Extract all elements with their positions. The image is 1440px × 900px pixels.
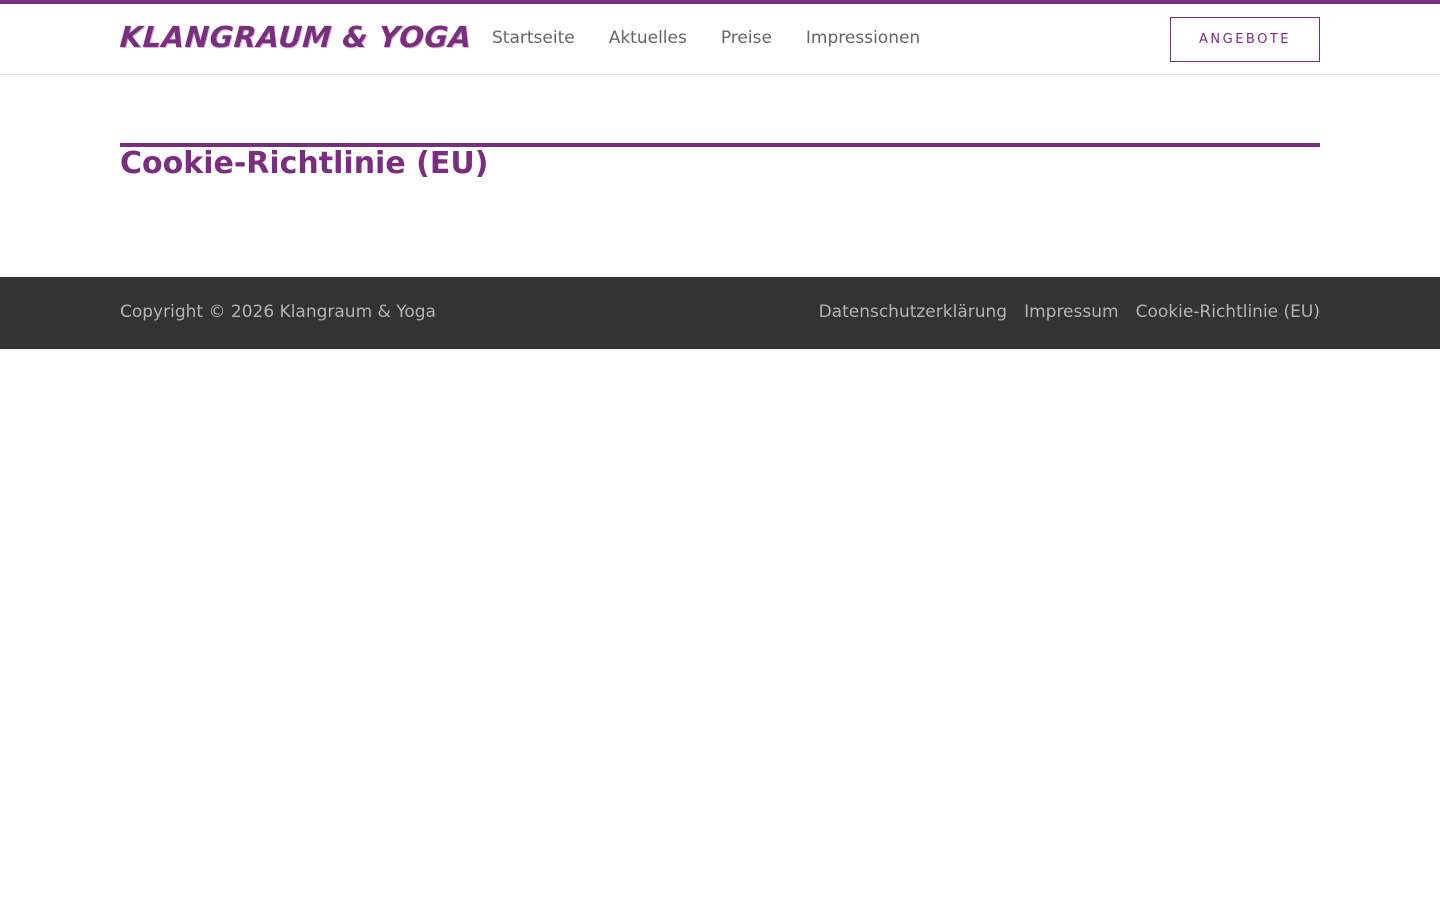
nav-item-aktuelles[interactable]: Aktuelles bbox=[609, 28, 687, 48]
nav-item-startseite[interactable]: Startseite bbox=[492, 28, 575, 48]
angebote-button[interactable]: ANGEBOTE bbox=[1170, 17, 1320, 62]
site-header: Klangraum & Yoga Startseite Aktuelles Pr… bbox=[0, 4, 1440, 75]
site-logo[interactable]: Klangraum & Yoga bbox=[119, 20, 473, 54]
site-footer: Copyright © 2026 Klangraum & Yoga Datens… bbox=[0, 277, 1440, 349]
page-title: Cookie-Richtlinie (EU) bbox=[120, 146, 489, 181]
nav-item-impressionen[interactable]: Impressionen bbox=[806, 28, 920, 48]
footer-link-cookie-richtlinie[interactable]: Cookie-Richtlinie (EU) bbox=[1136, 302, 1320, 322]
nav-item-preise[interactable]: Preise bbox=[721, 28, 772, 48]
footer-link-datenschutz[interactable]: Datenschutzerklärung bbox=[819, 302, 1008, 322]
footer-links: Datenschutzerklärung Impressum Cookie-Ri… bbox=[819, 302, 1320, 322]
footer-link-impressum[interactable]: Impressum bbox=[1024, 302, 1119, 322]
footer-copyright: Copyright © 2026 Klangraum & Yoga bbox=[120, 302, 436, 322]
main-nav: Startseite Aktuelles Preise Impressionen bbox=[492, 28, 920, 48]
